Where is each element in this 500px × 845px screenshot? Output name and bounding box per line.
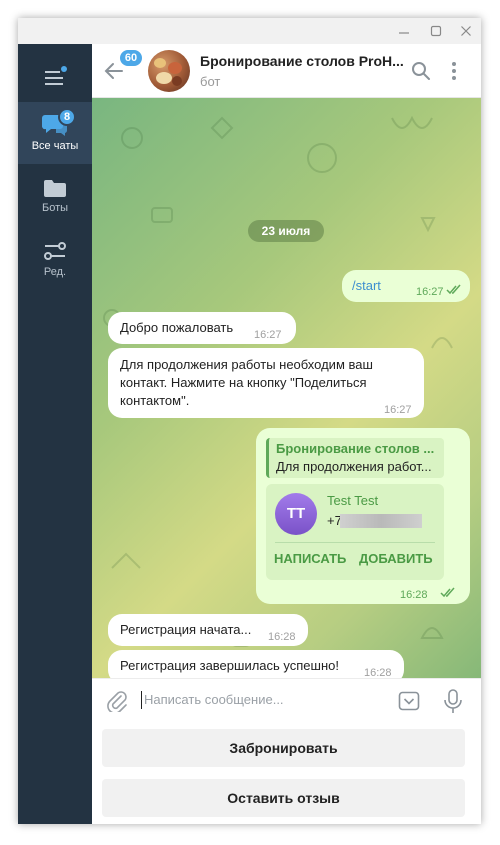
minimize-button[interactable] xyxy=(388,18,420,44)
contact-avatar: TT xyxy=(275,493,317,535)
book-button[interactable]: Забронировать xyxy=(102,729,465,767)
maximize-button[interactable] xyxy=(420,18,452,44)
message-time: 16:27 xyxy=(254,329,282,341)
message-text: Регистрация начата... xyxy=(120,622,252,637)
contact-card[interactable]: TT Test Test +7 НАПИСАТЬ ДОБАВИТЬ xyxy=(266,484,444,580)
bot-keyboard-toggle[interactable] xyxy=(398,690,420,712)
message-time: 16:27 xyxy=(384,404,412,416)
divider xyxy=(275,542,435,543)
message-text: Регистрация завершилась успешно! xyxy=(120,658,339,673)
sidebar-item-label: Все чаты xyxy=(31,140,79,152)
filters-icon xyxy=(44,242,66,260)
sidebar: 8 Все чаты Боты Ред. xyxy=(18,44,92,824)
message-outgoing[interactable]: /start 16:27 xyxy=(342,270,470,302)
paperclip-icon xyxy=(107,691,127,714)
voice-message-button[interactable] xyxy=(442,688,464,714)
message-incoming[interactable]: Добро пожаловать 16:27 xyxy=(108,312,296,344)
reply-text: Для продолжения работ... xyxy=(276,459,432,474)
sidebar-item-label: Боты xyxy=(41,202,69,214)
message-incoming[interactable]: Регистрация завершилась успешно! 16:28 xyxy=(108,650,404,678)
contact-name: Test Test xyxy=(327,493,379,508)
message-time: 16:27 xyxy=(416,286,444,298)
message-composer: Написать сообщение... xyxy=(92,678,481,722)
leave-review-button[interactable]: Оставить отзыв xyxy=(102,779,465,817)
more-button[interactable] xyxy=(444,60,464,82)
chat-area[interactable]: 23 июля /start 16:27 Добро пожаловать 16… xyxy=(92,98,481,678)
message-line: Для продолжения работы необходим ваш xyxy=(120,357,373,372)
message-text: Добро пожаловать xyxy=(120,320,234,335)
chat-header: 60 Бронирование столов ProH... бот xyxy=(92,44,481,98)
text-caret xyxy=(141,691,142,709)
reply-quote[interactable]: Бронирование столов ... Для продолжения … xyxy=(266,438,444,478)
search-button[interactable] xyxy=(410,60,432,82)
message-time: 16:28 xyxy=(364,667,392,678)
message-time: 16:28 xyxy=(268,631,296,643)
chat-avatar[interactable] xyxy=(148,50,190,92)
message-text: Для продолжения работы необходим ваш кон… xyxy=(120,356,410,410)
close-button[interactable] xyxy=(450,18,481,44)
read-checkmarks-icon xyxy=(446,284,461,295)
message-text: /start xyxy=(352,278,381,293)
sidebar-item-edit[interactable]: Ред. xyxy=(18,230,92,292)
message-incoming[interactable]: Для продолжения работы необходим ваш кон… xyxy=(108,348,424,418)
folder-icon xyxy=(44,180,66,197)
message-input[interactable]: Написать сообщение... xyxy=(144,692,284,707)
add-contact-button[interactable]: ДОБАВИТЬ xyxy=(359,550,433,568)
hamburger-icon xyxy=(45,66,67,85)
read-checkmarks-icon xyxy=(440,587,455,598)
close-icon xyxy=(461,26,471,36)
phone-redaction xyxy=(340,514,422,528)
message-line: контактом". xyxy=(120,393,190,408)
date-separator: 23 июля xyxy=(248,220,324,242)
bot-keyboard: Забронировать Оставить отзыв xyxy=(92,722,481,824)
title-bar xyxy=(18,18,481,44)
maximize-icon xyxy=(430,25,442,37)
message-outgoing-contact[interactable]: Бронирование столов ... Для продолжения … xyxy=(256,428,470,604)
sidebar-item-label: Ред. xyxy=(43,266,67,278)
main-menu-button[interactable] xyxy=(18,58,92,98)
attach-button[interactable] xyxy=(106,690,128,714)
write-contact-button[interactable]: НАПИСАТЬ xyxy=(274,550,346,568)
reply-title: Бронирование столов ... xyxy=(276,441,435,456)
message-line: контакт. Нажмите на кнопку "Поделиться xyxy=(120,375,367,390)
keyboard-toggle-icon xyxy=(398,691,420,711)
microphone-icon xyxy=(444,689,462,713)
app-window: 8 Все чаты Боты Ред. 60 Бронирование сто… xyxy=(18,18,481,824)
more-vertical-icon xyxy=(452,62,456,80)
sidebar-item-bots[interactable]: Боты xyxy=(18,168,92,230)
sidebar-item-all-chats[interactable]: 8 Все чаты xyxy=(18,102,92,164)
message-incoming[interactable]: Регистрация начата... 16:28 xyxy=(108,614,308,646)
search-icon xyxy=(412,62,430,80)
chat-title[interactable]: Бронирование столов ProH... xyxy=(200,53,410,69)
chat-subtitle: бот xyxy=(200,74,221,89)
minimize-icon xyxy=(399,32,409,34)
message-time: 16:28 xyxy=(400,589,428,601)
unread-count-badge: 60 xyxy=(120,50,142,66)
unread-badge: 8 xyxy=(58,108,76,126)
